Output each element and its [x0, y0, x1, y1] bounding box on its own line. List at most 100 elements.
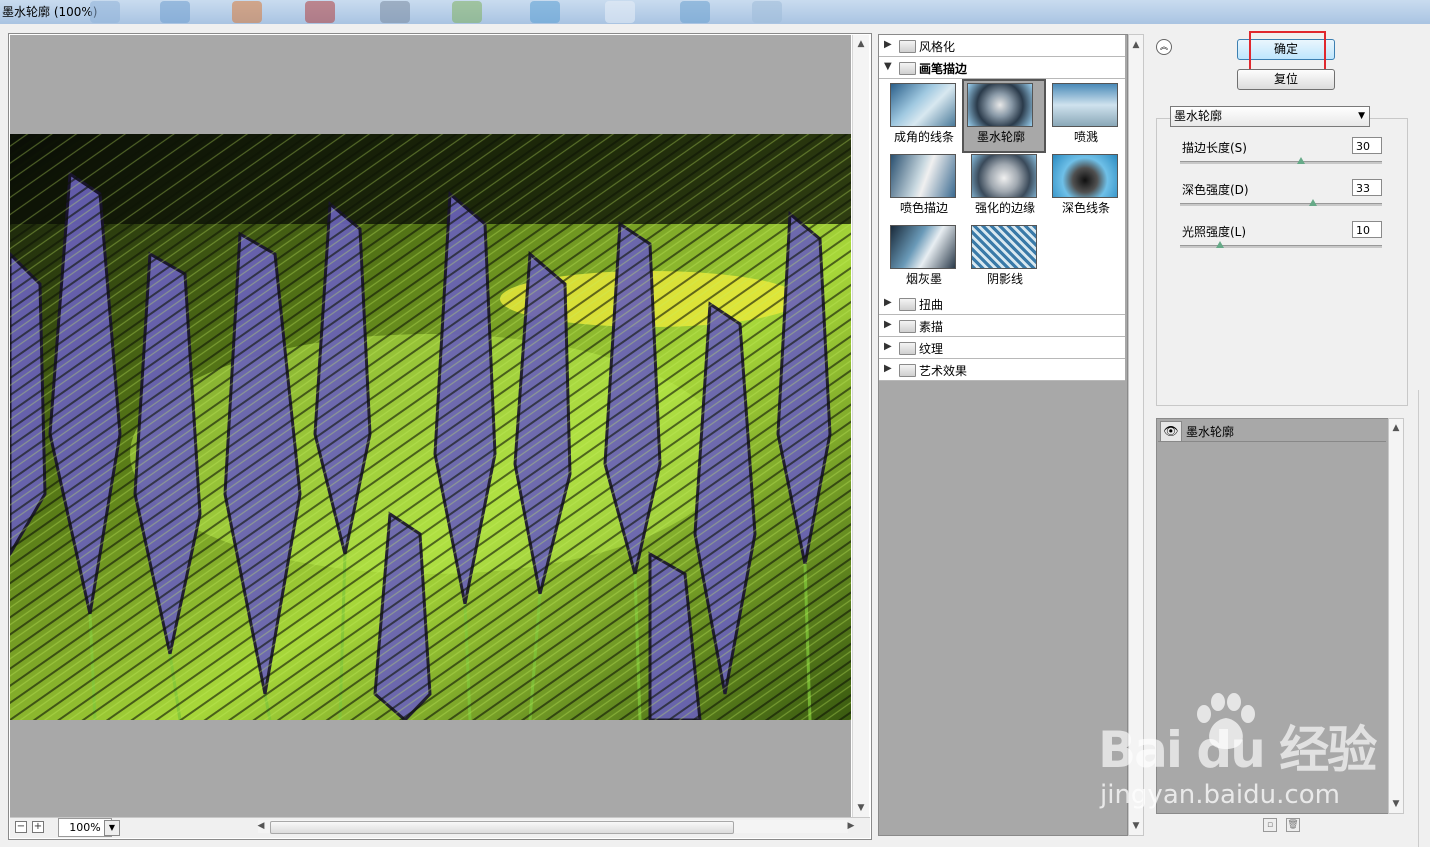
param-value-input[interactable]: 10: [1352, 221, 1382, 238]
folder-icon: [899, 342, 916, 355]
filter-select-value: 墨水轮廓: [1174, 109, 1223, 123]
expand-arrow-icon[interactable]: ▶: [884, 319, 892, 330]
window-edge-scrollbar: [1418, 390, 1430, 847]
param-light-intensity: 光照强度(L) 10: [1180, 221, 1382, 261]
folder-icon: [899, 62, 916, 75]
taskbar-icon: [305, 1, 335, 23]
expand-arrow-icon[interactable]: ▶: [884, 39, 892, 50]
filter-thumb-angled-strokes[interactable]: 成角的线条: [887, 81, 967, 151]
filter-thumb-dark-strokes[interactable]: 深色线条: [1049, 152, 1129, 222]
expand-arrow-icon[interactable]: ▶: [884, 297, 892, 308]
horizontal-scroll-thumb[interactable]: [270, 821, 734, 834]
filter-preview-image: [967, 83, 1033, 127]
category-artistic[interactable]: ▶ 艺术效果: [879, 359, 1125, 381]
filter-thumb-spatter[interactable]: 喷溅: [1049, 81, 1129, 151]
watermark-brand: Bai du 经验: [1098, 721, 1377, 779]
collapse-arrow-icon[interactable]: ▼: [884, 61, 892, 72]
window-title: 墨水轮廓 (100%): [2, 5, 98, 19]
param-label: 深色强度(D): [1182, 183, 1249, 197]
category-stylize[interactable]: ▶ 风格化: [879, 35, 1125, 57]
layers-scrollbar[interactable]: ▲ ▼: [1388, 418, 1404, 814]
filter-thumb-label: 墨水轮廓: [976, 130, 1025, 144]
filter-thumb-label: 强化的边缘: [974, 201, 1035, 215]
effect-layer-name: 墨水轮廓: [1186, 425, 1235, 439]
expand-arrow-icon[interactable]: ▶: [884, 363, 892, 374]
param-label: 描边长度(S): [1182, 141, 1247, 155]
category-sketch[interactable]: ▶ 素描: [879, 315, 1125, 337]
category-label: 艺术效果: [919, 364, 968, 378]
filter-thumb-label: 深色线条: [1061, 201, 1110, 215]
category-distort[interactable]: ▶ 扭曲: [879, 293, 1125, 315]
slider-knob[interactable]: [1297, 157, 1306, 164]
folder-icon: [899, 320, 916, 333]
new-effect-layer-icon[interactable]: ▫: [1263, 818, 1277, 832]
filter-thumb-label: 烟灰墨: [905, 272, 942, 286]
scroll-down-icon[interactable]: ▼: [1129, 821, 1143, 831]
filter-gallery: ▶ 风格化 ▼ 画笔描边 成角的线条 墨水轮廓 喷溅 喷色描边 强化的边缘 深色…: [878, 34, 1128, 836]
eye-icon[interactable]: 👁: [1160, 421, 1182, 442]
scroll-down-icon[interactable]: ▼: [1389, 799, 1403, 809]
folder-icon: [899, 298, 916, 311]
dropdown-arrow-icon[interactable]: ▼: [1358, 107, 1365, 126]
scroll-up-icon[interactable]: ▲: [1389, 423, 1403, 433]
taskbar-icon: [232, 1, 262, 23]
category-label: 画笔描边: [919, 62, 968, 76]
delete-effect-layer-icon[interactable]: 🗑: [1286, 818, 1300, 832]
category-label: 纹理: [919, 342, 944, 356]
filter-thumb-sumi-e[interactable]: 烟灰墨: [887, 223, 967, 293]
effect-layer-row[interactable]: 👁 墨水轮廓: [1158, 420, 1386, 442]
slider-track[interactable]: [1180, 245, 1382, 248]
taskbar-icon: [530, 1, 560, 23]
filter-thumb-label: 成角的线条: [893, 130, 954, 144]
taskbar-icon: [680, 1, 710, 23]
category-brush-strokes[interactable]: ▼ 画笔描边: [879, 57, 1125, 79]
filter-select[interactable]: 墨水轮廓 ▼: [1170, 106, 1370, 127]
scroll-down-icon[interactable]: ▼: [854, 803, 868, 813]
filter-thumb-accented-edges[interactable]: 强化的边缘: [968, 152, 1048, 222]
scroll-right-icon[interactable]: ▶: [844, 821, 858, 831]
taskbar-icon: [452, 1, 482, 23]
filter-thumb-label: 阴影线: [986, 272, 1023, 286]
folder-icon: [899, 364, 916, 377]
param-label: 光照强度(L): [1182, 225, 1247, 239]
slider-track[interactable]: [1180, 161, 1382, 164]
preview-vertical-scrollbar[interactable]: ▲ ▼: [852, 35, 869, 817]
expand-arrow-icon[interactable]: ▶: [884, 341, 892, 352]
scroll-left-icon[interactable]: ◀: [254, 821, 268, 831]
scroll-up-icon[interactable]: ▲: [1129, 40, 1143, 50]
taskbar-icon: [605, 1, 635, 23]
title-bar: 墨水轮廓 (100%): [0, 0, 1430, 24]
param-stroke-length: 描边长度(S) 30: [1180, 137, 1382, 177]
slider-knob[interactable]: [1309, 199, 1318, 206]
taskbar-icon: [160, 1, 190, 23]
filter-thumb-label: 喷溅: [1073, 130, 1098, 144]
filter-preview-image: [1052, 83, 1118, 127]
slider-knob[interactable]: [1216, 241, 1225, 248]
param-value-input[interactable]: 30: [1352, 137, 1382, 154]
filter-thumb-sprayed-strokes[interactable]: 喷色描边: [887, 152, 967, 222]
watermark-url: jingyan.baidu.com: [1100, 780, 1340, 810]
collapse-gallery-icon[interactable]: ︽: [1156, 39, 1172, 55]
param-value-input[interactable]: 33: [1352, 179, 1382, 196]
zoom-dropdown-icon[interactable]: ▼: [104, 820, 120, 836]
param-dark-intensity: 深色强度(D) 33: [1180, 179, 1382, 219]
filter-thumb-ink-outlines[interactable]: 墨水轮廓: [962, 79, 1046, 153]
ok-button-highlight: [1249, 31, 1326, 71]
zoom-in-button[interactable]: +: [32, 821, 44, 833]
filter-preview-image: [1052, 154, 1118, 198]
folder-icon: [899, 40, 916, 53]
slider-track[interactable]: [1180, 203, 1382, 206]
preview-horizontal-scrollbar[interactable]: ◀ ▶: [258, 820, 854, 834]
reset-button[interactable]: 复位: [1237, 69, 1335, 90]
preview-image[interactable]: [10, 134, 851, 720]
scroll-up-icon[interactable]: ▲: [854, 39, 868, 49]
filter-preview-image: [890, 154, 956, 198]
category-texture[interactable]: ▶ 纹理: [879, 337, 1125, 359]
filter-preview-image: [971, 154, 1037, 198]
zoom-bar: − + 100% ▼ ◀ ▶: [10, 817, 870, 838]
taskbar-icon: [90, 1, 120, 23]
baidu-watermark: Bai du 经验 jingyan.baidu.com: [1098, 690, 1378, 820]
filter-thumb-crosshatch[interactable]: 阴影线: [968, 223, 1048, 293]
category-label: 扭曲: [919, 298, 944, 312]
zoom-out-button[interactable]: −: [15, 821, 27, 833]
